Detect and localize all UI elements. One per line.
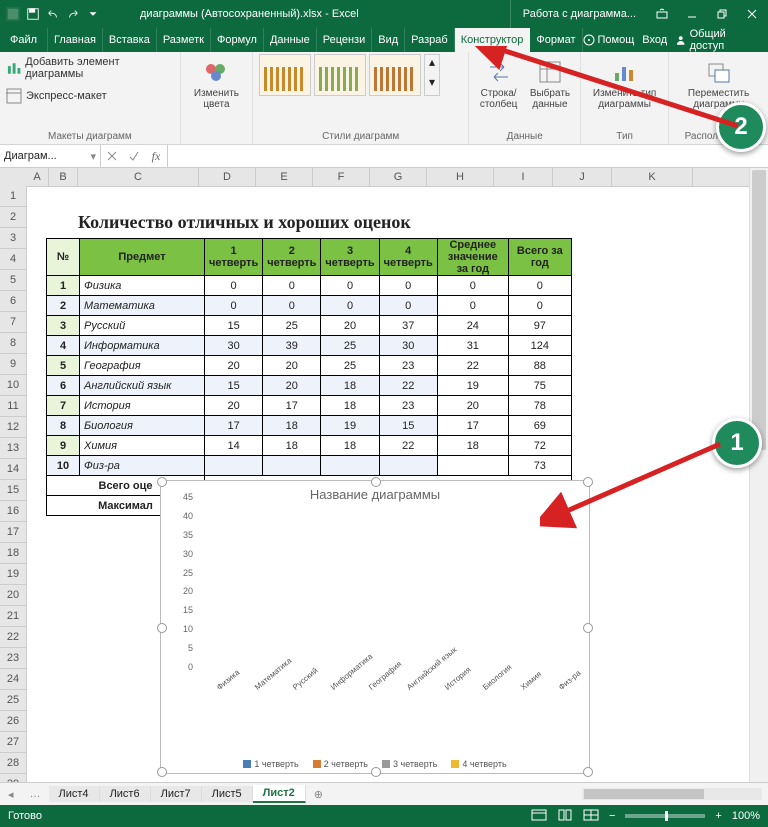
zoom-out-button[interactable]: − (609, 810, 615, 822)
undo-icon[interactable] (46, 7, 60, 21)
chart-y-axis: 051015202530354045 (167, 507, 193, 677)
tab-insert[interactable]: Вставка (103, 28, 157, 52)
help-button[interactable]: Помощ (583, 34, 635, 46)
quick-layout-button[interactable]: Экспресс-макет (6, 86, 107, 106)
group-data: Данные (469, 131, 580, 142)
close-button[interactable] (738, 0, 766, 28)
select-data-button[interactable]: Выбрать данные (526, 54, 574, 110)
tab-chart-format[interactable]: Формат (530, 28, 582, 52)
sheet-title: Количество отличных и хороших оценок (78, 212, 411, 233)
sheet-tab[interactable]: Лист4 (49, 786, 100, 802)
tab-page-layout[interactable]: Разметк (157, 28, 211, 52)
app-icon (6, 7, 20, 21)
ribbon-tabs: Файл Главная Вставка Разметк Формул Данн… (0, 28, 768, 52)
embedded-chart[interactable]: Название диаграммы 051015202530354045 Фи… (160, 480, 590, 774)
new-sheet-button[interactable]: ⊕ (306, 788, 331, 801)
sheet-tab[interactable]: Лист7 (151, 786, 202, 802)
redo-icon[interactable] (66, 7, 80, 21)
tab-developer[interactable]: Разраб (405, 28, 455, 52)
change-colors-button[interactable]: Изменить цвета (187, 54, 246, 110)
sheet-tab-active[interactable]: Лист2 (253, 785, 306, 803)
tab-view[interactable]: Вид (372, 28, 405, 52)
move-chart-button[interactable]: Переместить диаграмму (675, 54, 762, 110)
tab-chart-design[interactable]: Конструктор (455, 28, 531, 52)
annotation-2: 2 (716, 102, 766, 152)
switch-row-col-button[interactable]: Строка/ столбец (475, 54, 521, 110)
cells-area[interactable]: Количество отличных и хороших оценок №Пр… (26, 186, 750, 786)
formula-input[interactable] (168, 145, 768, 167)
save-icon[interactable] (26, 7, 40, 21)
chart-styles-gallery[interactable]: ▴▾ (259, 54, 440, 96)
chart-plot-area[interactable]: 051015202530354045 (195, 507, 579, 677)
status-bar: Готово − + 100% (0, 805, 768, 827)
ribbon-toggle-icon[interactable] (648, 0, 676, 28)
fx-icon[interactable]: fx (145, 149, 167, 164)
group-type: Тип (581, 131, 668, 142)
view-break-icon[interactable] (583, 809, 599, 824)
signin-button[interactable]: Вход (642, 34, 667, 46)
enter-icon[interactable] (123, 150, 145, 162)
change-chart-type-button[interactable]: Изменить тип диаграммы (587, 54, 662, 110)
name-box[interactable]: Диаграм...▾ (0, 145, 101, 167)
tab-formulas[interactable]: Формул (211, 28, 264, 52)
formula-bar: Диаграм...▾ fx (0, 145, 768, 168)
column-headers[interactable]: ABCDEFGHIJK (26, 168, 750, 187)
tab-file[interactable]: Файл (0, 28, 48, 52)
view-page-icon[interactable] (557, 809, 573, 824)
status-text: Готово (8, 810, 42, 822)
minimize-button[interactable] (678, 0, 706, 28)
titlebar: диаграммы (Автосохраненный).xlsx - Excel… (0, 0, 768, 28)
zoom-slider[interactable] (625, 814, 705, 818)
select-all-corner[interactable] (0, 168, 27, 187)
tab-review[interactable]: Рецензи (317, 28, 373, 52)
horizontal-scrollbar[interactable] (582, 788, 762, 800)
sheet-tab-bar: ◂ … Лист4 Лист6 Лист7 Лист5 Лист2 ⊕ (0, 782, 768, 805)
sheet-tab[interactable]: Лист6 (100, 786, 151, 802)
restore-button[interactable] (708, 0, 736, 28)
sheet-tab[interactable]: Лист5 (202, 786, 253, 802)
chart-x-axis: ФизикаМатематикаРусскийИнформатикаГеогра… (195, 681, 579, 733)
share-button[interactable]: Общий доступ (675, 28, 760, 52)
add-chart-element-button[interactable]: Добавить элемент диаграммы (6, 54, 174, 82)
sheet-nav-prev[interactable]: ◂ (0, 788, 22, 801)
cancel-icon[interactable] (101, 150, 123, 162)
context-title: Работа с диаграмма... (510, 0, 648, 28)
worksheet-grid[interactable]: ABCDEFGHIJK 1234567891011121314151617181… (0, 168, 768, 786)
vertical-scrollbar[interactable] (749, 168, 768, 786)
sheet-nav-more[interactable]: … (22, 788, 49, 800)
view-normal-icon[interactable] (531, 809, 547, 824)
ribbon: Добавить элемент диаграммы Экспресс-маке… (0, 52, 768, 145)
row-headers[interactable]: 1234567891011121314151617181920212223242… (0, 186, 27, 786)
qat-more-icon[interactable] (86, 7, 100, 21)
tab-home[interactable]: Главная (48, 28, 103, 52)
zoom-in-button[interactable]: + (715, 810, 721, 822)
data-table: №Предмет1 четверть2 четверть3 четверть4 … (46, 238, 572, 516)
tab-data[interactable]: Данные (264, 28, 317, 52)
zoom-level[interactable]: 100% (732, 810, 760, 822)
window-title: диаграммы (Автосохраненный).xlsx - Excel (100, 8, 510, 20)
group-chart-styles: Стили диаграмм (253, 131, 468, 142)
annotation-1: 1 (712, 418, 762, 468)
group-chart-layouts: Макеты диаграмм (0, 131, 180, 142)
